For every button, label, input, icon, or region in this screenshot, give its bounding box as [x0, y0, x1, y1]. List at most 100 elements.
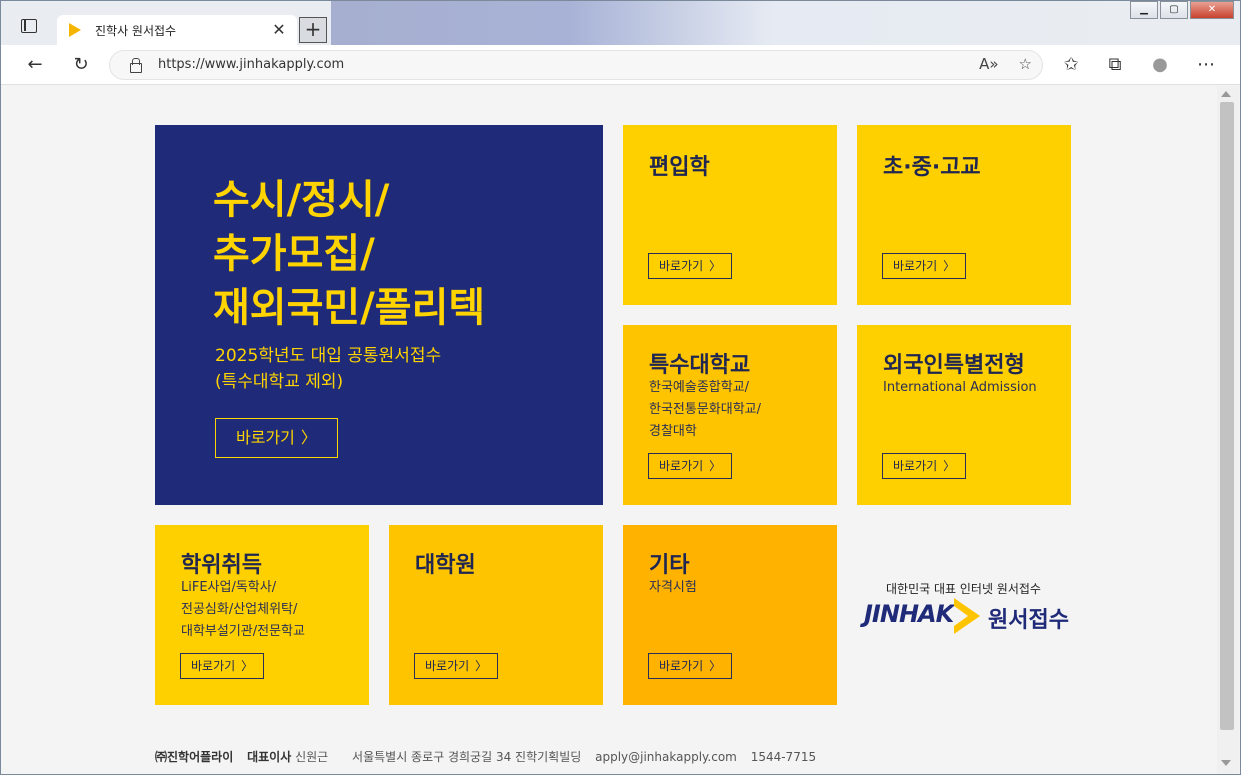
grad-title: 대학원	[415, 553, 476, 578]
minimize-button[interactable]: ▁	[1130, 1, 1158, 19]
scroll-up-icon[interactable]	[1221, 91, 1231, 97]
chevron-right-icon: 〉	[241, 659, 254, 673]
special-title: 특수대학교	[649, 353, 751, 378]
special-sub-2: 한국전통문화대학교/	[649, 402, 762, 417]
scrollbar-thumb[interactable]	[1220, 102, 1234, 730]
school-tile[interactable]: 초·중·고교 바로가기 〉	[857, 125, 1071, 305]
favorites-icon[interactable]: ✩	[1059, 53, 1083, 77]
main-description: 2025학년도 대입 공통원서접수 (특수대학교 제외)	[215, 343, 441, 395]
profile-avatar-icon[interactable]: ●	[1148, 53, 1172, 77]
address-bar-actions: A» ☆	[979, 55, 1032, 73]
go-label: 바로가기	[893, 459, 938, 473]
footer-address: 서울특별시 종로구 경희궁길 34 진학기획빌딩	[352, 750, 582, 764]
etc-go-button[interactable]: 바로가기 〉	[648, 653, 733, 679]
chevron-right-icon: 〉	[943, 459, 956, 473]
go-label: 바로가기	[659, 659, 704, 673]
read-aloud-icon[interactable]: A»	[979, 55, 998, 73]
transfer-title: 편입학	[649, 155, 710, 180]
tab-title: 진학사 원서접수	[95, 23, 177, 38]
footer-ceo-label: 대표이사	[247, 750, 292, 764]
tab-actions-icon[interactable]	[21, 19, 37, 33]
go-label: 바로가기	[893, 259, 938, 273]
jinhak-logo[interactable]: 대한민국 대표 인터넷 원서접수 JINHAK 원서접수	[858, 580, 1072, 640]
address-bar[interactable]: https://www.jinhakapply.com A» ☆	[109, 50, 1043, 80]
chevron-right-icon: 〉	[709, 459, 722, 473]
degree-tile[interactable]: 학위취득 LiFE사업/독학사/ 전공심화/산업체위탁/ 대학부설기관/전문학교…	[155, 525, 369, 705]
logo-slogan: 대한민국 대표 인터넷 원서접수	[886, 582, 1041, 596]
school-title: 초·중·고교	[883, 155, 981, 180]
transfer-tile[interactable]: 편입학 바로가기 〉	[623, 125, 837, 305]
page-viewport: 수시/정시/ 추가모집/ 재외국민/폴리텍 2025학년도 대입 공통원서접수 …	[2, 86, 1217, 774]
logo-korean: 원서접수	[988, 608, 1069, 633]
main-go-button[interactable]: 바로가기 〉	[215, 418, 338, 458]
url-text: https://www.jinhakapply.com	[158, 57, 345, 72]
vertical-scrollbar[interactable]	[1217, 86, 1239, 774]
chevron-right-icon: 〉	[475, 659, 488, 673]
logo-arrow-icon	[954, 598, 980, 634]
degree-subtitle: LiFE사업/독학사/ 전공심화/산업체위탁/ 대학부설기관/전문학교	[181, 577, 305, 643]
back-icon[interactable]: ←	[23, 53, 47, 77]
more-menu-icon[interactable]: ⋯	[1194, 53, 1218, 77]
degree-sub-1: LiFE사업/독학사/	[181, 580, 277, 595]
foreign-title: 외국인특별전형	[883, 353, 1025, 378]
foreign-subtitle: International Admission	[883, 377, 1037, 399]
degree-sub-3: 대학부설기관/전문학교	[181, 624, 305, 639]
headline-line-2: 추가모집/	[213, 231, 375, 277]
footer: ㈜진학어플라이 대표이사 신원근 서울특별시 종로구 경희궁길 34 진학기획빌…	[155, 748, 826, 765]
footer-email[interactable]: apply@jinhakapply.com	[595, 750, 737, 764]
go-label: 바로가기	[659, 259, 704, 273]
foreign-go-button[interactable]: 바로가기 〉	[882, 453, 967, 479]
window-controls: ▁ ▢ ✕	[1128, 1, 1234, 19]
grad-go-button[interactable]: 바로가기 〉	[414, 653, 499, 679]
close-window-button[interactable]: ✕	[1190, 1, 1234, 19]
scroll-down-icon[interactable]	[1221, 760, 1231, 766]
go-label: 바로가기	[659, 459, 704, 473]
active-tab[interactable]: 진학사 원서접수 ✕	[57, 15, 297, 45]
maximize-button[interactable]: ▢	[1160, 1, 1188, 19]
desc-line-1: 2025학년도 대입 공통원서접수	[215, 346, 442, 366]
logo-brand: JINHAK	[864, 600, 954, 628]
tab-bar: 진학사 원서접수 ✕ + ▁ ▢ ✕	[1, 1, 1240, 45]
transfer-go-button[interactable]: 바로가기 〉	[648, 253, 733, 279]
desc-line-2: (특수대학교 제외)	[215, 372, 344, 392]
refresh-icon[interactable]: ↻	[69, 53, 93, 77]
foreign-admission-tile[interactable]: 외국인특별전형 International Admission 바로가기 〉	[857, 325, 1071, 505]
add-favorite-icon[interactable]: ☆	[1019, 55, 1032, 73]
special-go-button[interactable]: 바로가기 〉	[648, 453, 733, 479]
degree-go-button[interactable]: 바로가기 〉	[180, 653, 265, 679]
special-subtitle: 한국예술종합학교/ 한국전통문화대학교/ 경찰대학	[649, 377, 761, 443]
special-sub-1: 한국예술종합학교/	[649, 380, 750, 395]
collections-icon[interactable]: ⧉	[1103, 53, 1127, 77]
special-university-tile[interactable]: 특수대학교 한국예술종합학교/ 한국전통문화대학교/ 경찰대학 바로가기 〉	[623, 325, 837, 505]
etc-title: 기타	[649, 553, 690, 578]
etc-subtitle: 자격시험	[649, 577, 697, 599]
navigation-bar: ← ↻ https://www.jinhakapply.com A» ☆ ✩ ⧉…	[1, 45, 1240, 85]
lock-icon[interactable]	[130, 58, 142, 73]
footer-company: ㈜진학어플라이	[155, 750, 234, 764]
go-label: 바로가기	[191, 659, 236, 673]
foreign-sub-1: International Admission	[883, 380, 1037, 395]
chevron-right-icon: 〉	[300, 428, 317, 447]
chevron-right-icon: 〉	[709, 659, 722, 673]
degree-sub-2: 전공심화/산업체위탁/	[181, 602, 298, 617]
headline-line-3: 재외국민/폴리텍	[213, 285, 486, 331]
main-headline: 수시/정시/ 추가모집/ 재외국민/폴리텍	[213, 173, 485, 335]
school-go-button[interactable]: 바로가기 〉	[882, 253, 967, 279]
headline-line-1: 수시/정시/	[213, 177, 390, 223]
grad-school-tile[interactable]: 대학원 바로가기 〉	[389, 525, 603, 705]
chevron-right-icon: 〉	[709, 259, 722, 273]
etc-tile[interactable]: 기타 자격시험 바로가기 〉	[623, 525, 837, 705]
browser-window: 진학사 원서접수 ✕ + ▁ ▢ ✕ ← ↻ https://www.jinha…	[0, 0, 1241, 775]
degree-title: 학위취득	[181, 553, 262, 578]
chevron-right-icon: 〉	[943, 259, 956, 273]
new-tab-button[interactable]: +	[299, 17, 327, 43]
footer-ceo: 신원근	[295, 750, 329, 764]
close-tab-icon[interactable]: ✕	[269, 20, 289, 40]
go-label: 바로가기	[236, 428, 295, 447]
main-admission-tile[interactable]: 수시/정시/ 추가모집/ 재외국민/폴리텍 2025학년도 대입 공통원서접수 …	[155, 125, 603, 505]
footer-phone: 1544-7715	[750, 750, 817, 764]
jinhak-favicon-icon	[69, 23, 83, 37]
tab-bar-background	[331, 1, 1131, 45]
go-label: 바로가기	[425, 659, 470, 673]
special-sub-3: 경찰대학	[649, 424, 697, 439]
